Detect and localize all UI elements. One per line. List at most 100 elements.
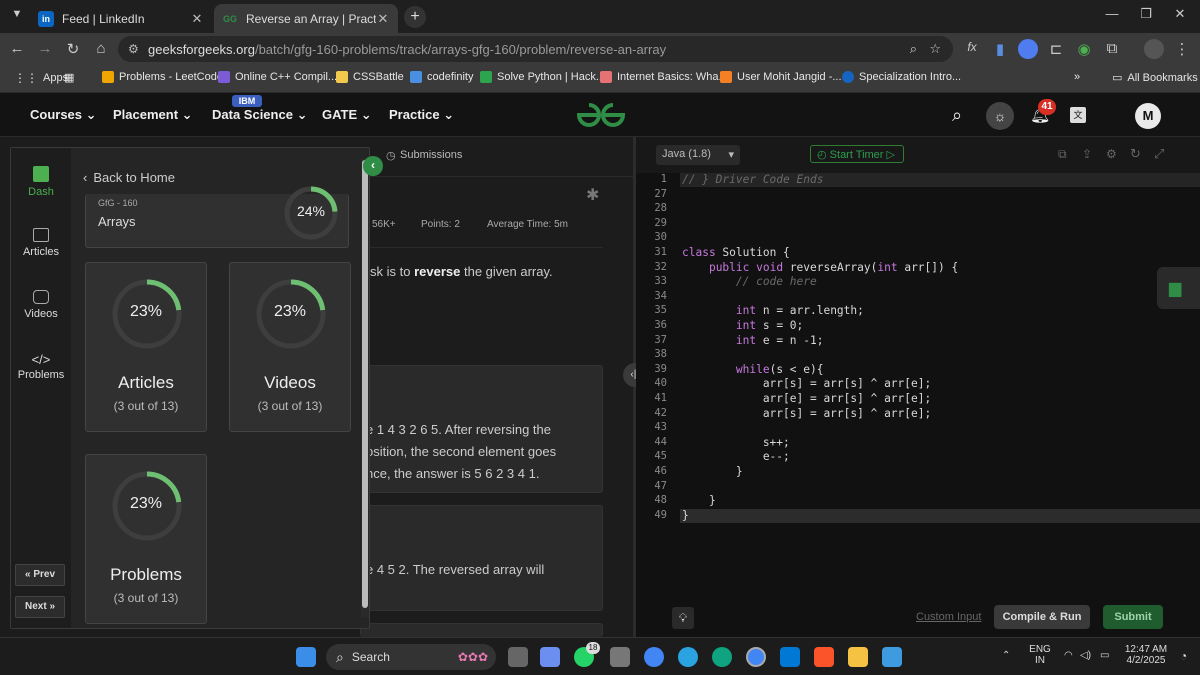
bookmark-apps[interactable]: ⋮⋮ Apps: [14, 71, 68, 85]
close-tab-icon[interactable]: ✕: [376, 11, 390, 27]
bookmark-hackerrank[interactable]: Solve Python | Hack...: [480, 71, 605, 83]
kebab-menu-icon[interactable]: ⋮: [1172, 40, 1192, 58]
code-line[interactable]: e--;: [682, 450, 790, 463]
star-icon[interactable]: ☆: [929, 41, 941, 57]
task-view-icon[interactable]: [508, 647, 528, 667]
volume-icon[interactable]: ◁): [1080, 650, 1091, 661]
tab-submissions[interactable]: Submissions: [400, 149, 462, 161]
code-line[interactable]: arr[e] = arr[s] ^ arr[e];: [682, 392, 931, 405]
tab-search-chevron-icon[interactable]: ▼: [6, 8, 28, 26]
rail-item-problems[interactable]: </> Problems: [11, 352, 71, 381]
custom-input-link[interactable]: Custom Input: [916, 611, 981, 623]
copilot-icon[interactable]: [540, 647, 560, 667]
more-bookmarks-icon[interactable]: »: [1074, 71, 1080, 83]
clock[interactable]: 12:47 AM 4/2/2025: [1118, 644, 1174, 666]
close-window-icon[interactable]: ✕: [1168, 6, 1192, 22]
nav-courses[interactable]: Courses ⌄: [30, 107, 97, 123]
bookmark-internet-basics[interactable]: Internet Basics: Wha...: [600, 71, 728, 83]
avatar[interactable]: M: [1135, 103, 1161, 129]
start-timer-button[interactable]: ◴ Start Timer ▷: [810, 145, 904, 163]
bookmark-codefinity[interactable]: codefinity: [410, 71, 473, 83]
prev-button[interactable]: « Prev: [15, 564, 65, 586]
zoom-icon[interactable]: ⌕: [910, 41, 917, 57]
grid-icon[interactable]: ▦: [64, 71, 74, 84]
nav-practice[interactable]: Practice ⌄: [389, 107, 454, 123]
gfg-logo-icon[interactable]: [575, 101, 627, 129]
brave-icon[interactable]: [814, 647, 834, 667]
submit-button[interactable]: Submit: [1103, 605, 1163, 629]
telegram-icon[interactable]: [678, 647, 698, 667]
nav-gate[interactable]: GATE ⌄: [322, 107, 372, 123]
translate-icon[interactable]: 文: [1070, 107, 1086, 123]
code-line[interactable]: // } Driver Code Ends: [682, 173, 823, 186]
fullscreen-icon[interactable]: ⤢: [1154, 146, 1164, 162]
code-line[interactable]: class Solution {: [682, 246, 790, 259]
forward-icon[interactable]: →: [35, 40, 55, 57]
tab-linkedin[interactable]: in Feed | LinkedIn ✕: [30, 4, 212, 33]
copy-icon[interactable]: ⧉: [1058, 147, 1067, 162]
battery-icon[interactable]: ▭: [1100, 650, 1109, 661]
rail-item-videos[interactable]: Videos: [11, 290, 71, 320]
bookmark-stackoverflow[interactable]: User Mohit Jangid -...: [720, 71, 842, 83]
code-line[interactable]: arr[s] = arr[s] ^ arr[e];: [682, 407, 931, 420]
windows-start-icon[interactable]: [296, 647, 316, 667]
chat-button[interactable]: ▆: [1157, 267, 1200, 309]
code-line[interactable]: public void reverseArray(int arr[]) {: [682, 261, 958, 274]
code-line[interactable]: arr[s] = arr[s] ^ arr[e];: [682, 377, 931, 390]
nav-placement[interactable]: Placement ⌄: [113, 107, 193, 123]
all-bookmarks[interactable]: ▭ All Bookmarks: [1112, 71, 1198, 85]
bookmark-cssbattle[interactable]: CSSBattle: [336, 71, 404, 83]
photos-icon[interactable]: [882, 647, 902, 667]
url-bar[interactable]: ⚙ geeksforgeeks.org/batch/gfg-160-proble…: [118, 36, 953, 62]
stat-card-videos[interactable]: 23% Videos (3 out of 13): [229, 262, 351, 432]
profile-icon[interactable]: [1144, 39, 1164, 59]
file-explorer-icon[interactable]: [848, 647, 868, 667]
stat-card-problems[interactable]: 23% Problems (3 out of 13): [85, 454, 207, 624]
tray-chevron-up-icon[interactable]: ⌃: [1002, 650, 1010, 661]
code-line[interactable]: }: [682, 509, 689, 522]
site-info-icon[interactable]: ⚙: [128, 42, 139, 56]
vscode-icon[interactable]: [780, 647, 800, 667]
language-indicator[interactable]: ENG IN: [1028, 644, 1052, 666]
extension-icon[interactable]: ⊏: [1046, 40, 1066, 58]
collapse-panel-button[interactable]: ‹: [363, 156, 383, 176]
export-icon[interactable]: ⇪: [1082, 147, 1092, 161]
chatgpt-icon[interactable]: [712, 647, 732, 667]
nav-data-science[interactable]: Data Science ⌄: [212, 107, 307, 123]
language-select[interactable]: Java (1.8) ▾: [656, 145, 740, 165]
scrollbar-thumb[interactable]: [362, 160, 368, 608]
bookmark-leetcode[interactable]: Problems - LeetCode: [102, 71, 223, 83]
code-line[interactable]: while(s < e){: [682, 363, 824, 376]
extension-icon[interactable]: ▮: [990, 40, 1010, 58]
back-to-home-link[interactable]: ‹ Back to Home: [83, 170, 175, 185]
new-tab-button[interactable]: +: [404, 6, 426, 28]
bookmark-cpp-compiler[interactable]: Online C++ Compil...: [218, 71, 337, 83]
chrome-icon[interactable]: [644, 647, 664, 667]
code-line[interactable]: int e = n -1;: [682, 334, 824, 347]
minimize-icon[interactable]: —: [1100, 6, 1124, 21]
extensions-puzzle-icon[interactable]: ⧉: [1102, 40, 1122, 57]
restore-icon[interactable]: ❐: [1134, 6, 1158, 22]
theme-toggle-icon[interactable]: ☼: [986, 102, 1014, 130]
extension-icon[interactable]: [1018, 39, 1038, 59]
wifi-icon[interactable]: ◠: [1064, 650, 1073, 661]
compile-run-button[interactable]: Compile & Run: [994, 605, 1090, 629]
home-icon[interactable]: ⌂: [91, 40, 111, 57]
code-line[interactable]: }: [682, 465, 743, 478]
back-icon[interactable]: ←: [7, 40, 27, 57]
stat-card-articles[interactable]: 23% Articles (3 out of 13): [85, 262, 207, 432]
code-line[interactable]: s++;: [682, 436, 790, 449]
taskbar-search[interactable]: ⌕ Search ✿✿✿: [326, 644, 496, 670]
bookmark-coursera[interactable]: Specialization Intro...: [842, 71, 961, 83]
store-icon[interactable]: [610, 647, 630, 667]
chrome-profile-icon[interactable]: [746, 647, 766, 667]
lightbulb-icon[interactable]: 💡︎: [672, 607, 694, 629]
next-button[interactable]: Next »: [15, 596, 65, 618]
notification-icon[interactable]: ◔: [1180, 649, 1187, 663]
code-line[interactable]: int s = 0;: [682, 319, 803, 332]
rail-item-dash[interactable]: Dash: [11, 166, 71, 198]
code-line[interactable]: int n = arr.length;: [682, 304, 864, 317]
reset-icon[interactable]: ↻: [1130, 146, 1141, 162]
code-line[interactable]: // code here: [682, 275, 817, 288]
search-icon[interactable]: ⌕: [952, 105, 962, 126]
